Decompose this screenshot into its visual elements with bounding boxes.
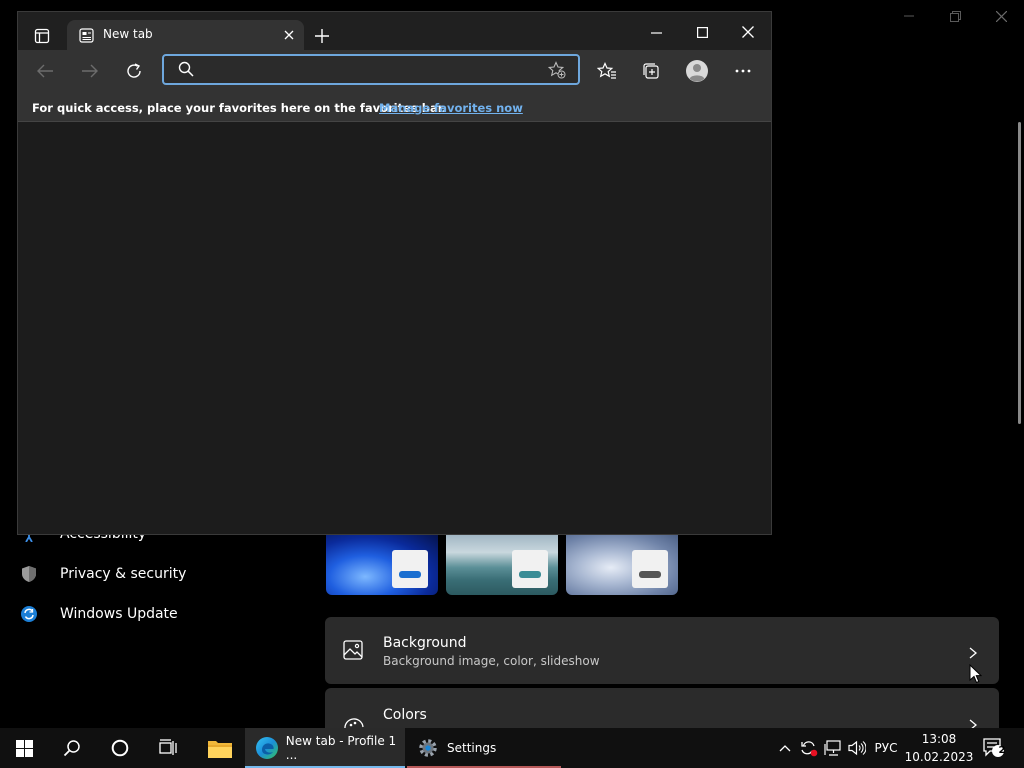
settings-close-button[interactable] (978, 4, 1024, 28)
favorites-button[interactable] (594, 58, 620, 84)
nav-item-privacy-security[interactable]: Privacy & security (20, 565, 186, 583)
network-icon (824, 740, 841, 756)
address-bar[interactable] (162, 54, 580, 85)
tab-new-tab[interactable]: New tab (67, 20, 304, 50)
card-title: Colors (383, 707, 427, 723)
settings-scrollbar[interactable] (1018, 122, 1021, 424)
theme-thumb-lake[interactable] (446, 534, 558, 595)
tray-volume[interactable] (846, 728, 868, 768)
show-hidden-icons-button[interactable] (776, 728, 794, 768)
arrow-right-icon (82, 64, 98, 78)
cortana-button[interactable] (96, 728, 144, 768)
nav-item-windows-update[interactable]: Windows Update (20, 605, 178, 623)
refresh-icon (127, 63, 141, 78)
profile-avatar-icon (686, 60, 708, 82)
profile-button[interactable] (684, 58, 710, 84)
minimize-icon (904, 15, 914, 17)
tray-language[interactable]: РУС (871, 728, 901, 768)
theme-thumbnails (326, 534, 678, 595)
close-tab-icon[interactable] (282, 28, 296, 42)
more-ellipsis-icon (735, 69, 751, 73)
tab-title: New tab (103, 27, 153, 41)
search-icon (178, 61, 194, 77)
close-icon (742, 26, 754, 38)
image-icon (343, 640, 365, 662)
new-tab-plus-icon[interactable] (312, 26, 332, 46)
edge-maximize-button[interactable] (682, 18, 722, 46)
update-icon (20, 605, 38, 623)
tab-strip: New tab (18, 12, 771, 50)
forward-button[interactable] (77, 58, 103, 84)
theme-thumb-flow[interactable] (566, 534, 678, 595)
theme-thumb-bloom[interactable] (326, 534, 438, 595)
windows-logo-icon (15, 739, 33, 757)
taskbar-clock[interactable]: 13:08 10.02.2023 (904, 730, 974, 766)
edge-browser-window: New tab For quick access, place your fav… (17, 11, 772, 535)
edge-minimize-button[interactable] (636, 18, 676, 46)
favorites-bar: For quick access, place your favorites h… (18, 94, 771, 122)
maximize-icon (696, 26, 708, 38)
chevron-right-icon (967, 644, 979, 659)
tray-network[interactable] (822, 728, 844, 768)
task-view-icon (159, 739, 177, 755)
close-icon (995, 10, 1007, 22)
search-icon (63, 740, 80, 757)
restore-icon (949, 10, 961, 22)
notification-count: 2 (998, 745, 1006, 756)
shield-icon (20, 565, 38, 583)
new-tab-page-icon (79, 28, 94, 43)
manage-favorites-link[interactable]: Manage favorites now (379, 101, 523, 115)
mouse-cursor-icon (969, 664, 982, 684)
cortana-circle-icon (111, 739, 129, 757)
nav-label: Windows Update (60, 606, 178, 622)
file-explorer-button[interactable] (196, 728, 244, 768)
clock-date: 10.02.2023 (904, 750, 974, 764)
favorites-star-icon (597, 62, 616, 79)
clock-time: 13:08 (921, 732, 957, 746)
back-button[interactable] (32, 58, 58, 84)
taskbar-app-edge[interactable]: New tab - Profile 1 ... (245, 728, 405, 768)
taskbar-app-label: Settings (447, 741, 497, 755)
colors-card[interactable]: Colors (325, 688, 999, 731)
action-center-button[interactable]: 2 (980, 728, 1008, 768)
refresh-button[interactable] (121, 58, 147, 84)
gear-icon (419, 739, 437, 757)
settings-more-button[interactable] (730, 58, 756, 84)
tab-actions-icon (34, 28, 50, 44)
task-view-button[interactable] (144, 728, 192, 768)
speaker-icon (848, 740, 866, 756)
tab-actions-button[interactable] (28, 24, 56, 48)
folder-icon (208, 741, 232, 758)
page-content[interactable] (18, 122, 771, 534)
tray-sync-recording[interactable] (798, 728, 820, 768)
settings-restore-button[interactable] (932, 4, 978, 28)
start-button[interactable] (0, 728, 48, 768)
taskbar-app-settings[interactable]: Settings (407, 728, 561, 768)
address-input[interactable] (204, 60, 534, 80)
nav-label: Privacy & security (60, 566, 187, 582)
edge-icon (256, 737, 278, 759)
search-button[interactable] (48, 728, 96, 768)
add-favorite-icon[interactable] (548, 61, 566, 79)
edge-close-button[interactable] (728, 18, 768, 46)
collections-icon (643, 63, 659, 79)
settings-minimize-button[interactable] (886, 4, 932, 28)
taskbar-app-label: New tab - Profile 1 ... (285, 734, 397, 762)
card-subtitle: Background image, color, slideshow (383, 654, 600, 668)
collections-button[interactable] (638, 58, 664, 84)
minimize-icon (650, 31, 662, 34)
sync-recording-icon (801, 741, 818, 757)
chevron-right-icon (967, 716, 979, 731)
browser-toolbar (18, 50, 771, 94)
arrow-left-icon (37, 64, 53, 78)
background-card[interactable]: Background Background image, color, slid… (325, 617, 999, 684)
taskbar: New tab - Profile 1 ... Settings РУС 13:… (0, 728, 1024, 768)
chevron-up-icon (779, 745, 791, 752)
card-title: Background (383, 635, 467, 651)
